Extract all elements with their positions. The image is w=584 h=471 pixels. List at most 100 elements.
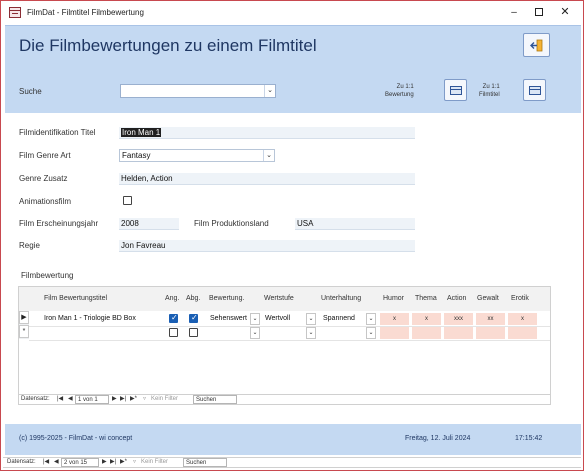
main-nav-position-field[interactable]: 2 von 15 [61, 458, 99, 467]
animationsfilm-checkbox[interactable] [123, 196, 132, 205]
nav-search-field[interactable]: Suchen [193, 395, 237, 404]
copyright-text: (c) 1995-2025 - FilmDat - wi concept [19, 435, 133, 442]
genre-label: Film Genre Art [19, 151, 71, 160]
main-nav-search-field[interactable]: Suchen [183, 458, 227, 467]
maximize-button[interactable] [526, 4, 552, 21]
row-wertstufe-combo[interactable]: Wertvoll [263, 313, 305, 325]
chevron-down-icon[interactable]: ⌄ [366, 313, 376, 325]
nav-filter-button[interactable]: Kein Filter [151, 395, 178, 404]
chevron-down-icon[interactable]: ⌄ [366, 327, 376, 339]
row-divider [29, 340, 550, 341]
chevron-down-icon[interactable]: ⌄ [264, 85, 275, 97]
search-combo[interactable]: ⌄ [120, 84, 276, 98]
land-field[interactable]: USA [295, 218, 415, 230]
minimize-button[interactable]: – [501, 4, 527, 21]
new-ang-checkbox[interactable] [169, 328, 178, 337]
new-thema[interactable] [412, 327, 441, 339]
regie-label: Regie [19, 241, 40, 250]
new-abg-checkbox[interactable] [189, 328, 198, 337]
row-abg-checkbox[interactable] [189, 313, 198, 323]
row-action[interactable]: xxx [444, 313, 473, 325]
form-footer: (c) 1995-2025 - FilmDat - wi concept Fre… [5, 424, 581, 455]
col-action: Action [447, 295, 467, 302]
new-gewalt[interactable] [476, 327, 505, 339]
identifikation-field[interactable]: Iron Man 1 [119, 127, 415, 139]
form-view-icon [529, 86, 541, 95]
subform-record-navigator: Datensatz: |◀ ◀ 1 von 1 ▶ ▶| ▶* ▿ Kein F… [18, 394, 551, 405]
footer-date: Freitag, 12. Juli 2024 [405, 435, 471, 442]
row-erotik[interactable]: x [508, 313, 537, 325]
main-record-navigator: Datensatz: |◀ ◀ 2 von 15 ▶ ▶| ▶* ▿ Kein … [3, 457, 581, 468]
exit-button[interactable] [523, 33, 550, 57]
chevron-down-icon[interactable]: ⌄ [306, 313, 316, 325]
form-view-icon [450, 86, 462, 95]
chevron-down-icon[interactable]: ⌄ [250, 313, 260, 325]
col-gewalt: Gewalt [477, 295, 499, 302]
genre-combo[interactable]: Fantasy ⌄ [119, 149, 275, 162]
goto-bewertung-label: Zu 1:1 Bewertung [385, 84, 414, 98]
subform-header: Film Bewertungstitel Ang. Abg. Bewertung… [19, 287, 550, 311]
jahr-label: Film Erscheinungsjahr [19, 219, 99, 228]
genre-zusatz-field[interactable]: Helden, Action [119, 173, 415, 185]
main-nav-first-button[interactable]: |◀ [43, 458, 49, 467]
goto-filmtitel-button[interactable] [523, 79, 546, 101]
land-label: Film Produktionsland [194, 219, 269, 228]
footer-time: 17:15:42 [515, 435, 543, 442]
identifikation-label: Filmidentifikation Titel [19, 128, 96, 137]
genre-zusatz-label: Genre Zusatz [19, 174, 68, 183]
row-unterhaltung-combo[interactable]: Spannend [321, 313, 365, 325]
window-title: FilmDat - Filmtitel Filmbewertung [27, 8, 144, 17]
nav-first-button[interactable]: |◀ [57, 395, 63, 404]
col-unterhaltung: Unterhaltung [321, 295, 362, 302]
col-bewertung: Bewertung. [209, 295, 245, 302]
animationsfilm-label: Animationsfilm [19, 197, 72, 206]
subform-label: Filmbewertung [21, 271, 74, 280]
chevron-down-icon[interactable]: ⌄ [306, 327, 316, 339]
app-icon [9, 7, 21, 18]
new-humor[interactable] [380, 327, 409, 339]
goto-bewertung-button[interactable] [444, 79, 467, 101]
maximize-icon [535, 8, 543, 16]
record-selector-current[interactable]: ▶ [19, 311, 29, 324]
record-selector-new[interactable]: * [19, 325, 29, 338]
row-gewalt[interactable]: xx [476, 313, 505, 325]
filmbewertung-subform: Film Bewertungstitel Ang. Abg. Bewertung… [18, 286, 551, 405]
row-bewertung-combo[interactable]: Sehenswert [208, 313, 250, 325]
row-thema[interactable]: x [412, 313, 441, 325]
chevron-down-icon[interactable]: ⌄ [263, 150, 274, 161]
col-ang: Ang. [165, 295, 180, 302]
regie-field[interactable]: Jon Favreau [119, 240, 415, 252]
chevron-down-icon[interactable]: ⌄ [250, 327, 260, 339]
page-title: Die Filmbewertungen zu einem Filmtitel [19, 36, 317, 55]
row-titel[interactable]: Iron Man 1 - Triologie BD Box [44, 313, 162, 325]
col-erotik: Erotik [511, 295, 529, 302]
col-thema: Thema [415, 295, 437, 302]
nav-label: Datensatz: [21, 396, 50, 402]
row-humor[interactable]: x [380, 313, 409, 325]
form-header: Die Filmbewertungen zu einem Filmtitel S… [5, 25, 581, 113]
filter-icon[interactable]: ▿ [143, 395, 146, 404]
main-nav-filter-button[interactable]: Kein Filter [141, 458, 168, 467]
row-ang-checkbox[interactable] [169, 313, 178, 323]
nav-next-button[interactable]: ▶ [112, 395, 117, 404]
col-wertstufe: Wertstufe [264, 295, 294, 302]
main-nav-prev-button[interactable]: ◀ [54, 458, 59, 467]
main-nav-last-button[interactable]: ▶| [110, 458, 116, 467]
main-nav-next-button[interactable]: ▶ [102, 458, 107, 467]
nav-prev-button[interactable]: ◀ [68, 395, 73, 404]
col-titel: Film Bewertungstitel [44, 295, 108, 302]
new-erotik[interactable] [508, 327, 537, 339]
goto-filmtitel-label: Zu 1:1 Filmtitel [479, 84, 500, 98]
nav-position-field[interactable]: 1 von 1 [75, 395, 109, 404]
close-button[interactable]: ✕ [552, 4, 578, 21]
new-action[interactable] [444, 327, 473, 339]
main-nav-new-button[interactable]: ▶* [120, 458, 127, 467]
filter-icon[interactable]: ▿ [133, 458, 136, 467]
jahr-field[interactable]: 2008 [119, 218, 179, 230]
col-humor: Humor [383, 295, 405, 302]
nav-last-button[interactable]: ▶| [120, 395, 126, 404]
app-window: FilmDat - Filmtitel Filmbewertung – ✕ Di… [0, 0, 584, 471]
search-label: Suche [19, 87, 42, 96]
col-abg: Abg. [186, 295, 201, 302]
nav-new-button[interactable]: ▶* [130, 395, 137, 404]
